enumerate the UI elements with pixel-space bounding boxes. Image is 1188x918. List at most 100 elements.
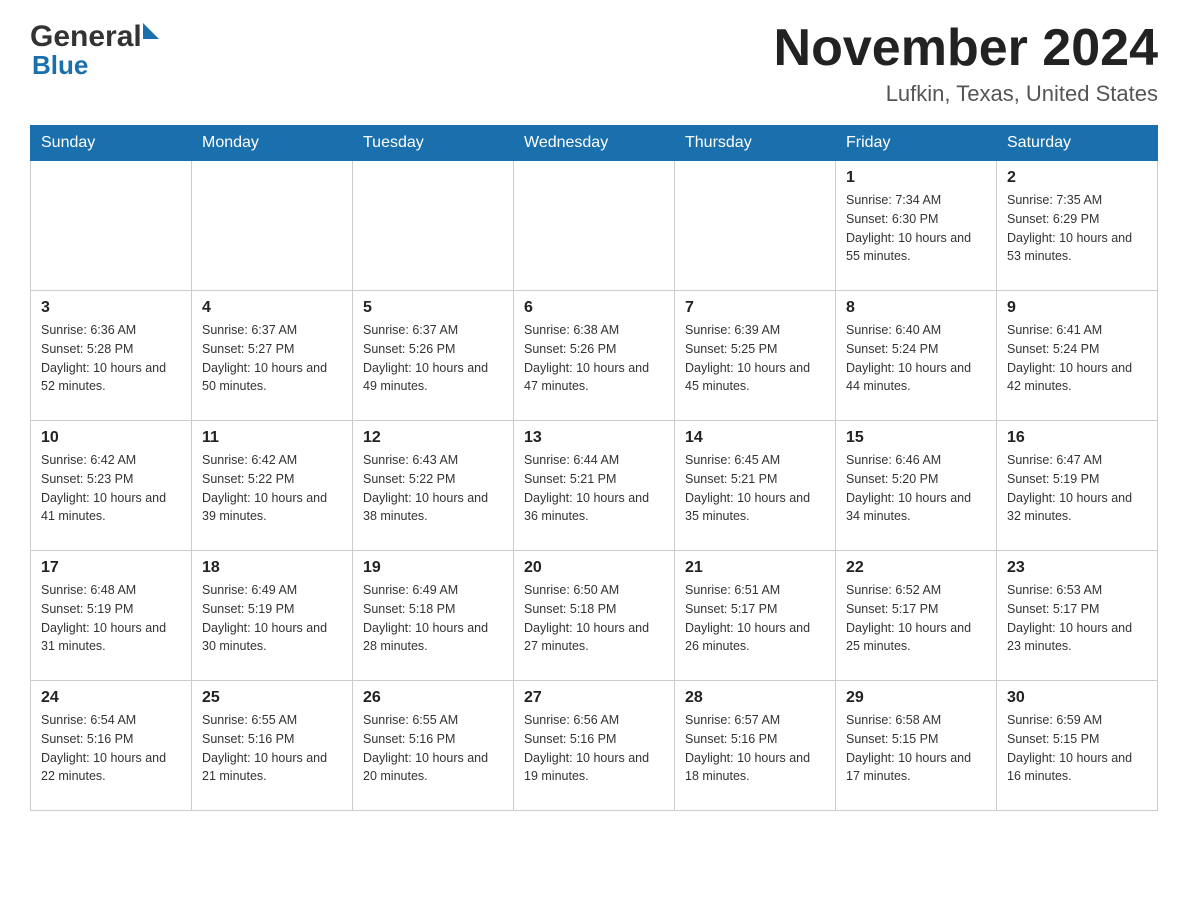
col-sunday: Sunday: [31, 126, 192, 161]
calendar-cell: 23 Sunrise: 6:53 AMSunset: 5:17 PMDayligh…: [997, 551, 1158, 681]
day-number: 21: [685, 559, 825, 577]
day-number: 13: [524, 429, 664, 447]
day-number: 22: [846, 559, 986, 577]
month-title: November 2024: [774, 20, 1158, 77]
calendar-cell: 20Sunrise: 6:50 AMSunset: 5:18 PMDayligh…: [514, 551, 675, 681]
sun-info: Sunrise: 6:42 AMSunset: 5:23 PMDaylight:…: [41, 451, 181, 526]
calendar-cell: 14 Sunrise: 6:45 AMSunset: 5:21 PMDayligh…: [675, 421, 836, 551]
day-number: 11: [202, 429, 342, 447]
calendar-cell: [192, 161, 353, 291]
calendar-cell: 26 Sunrise: 6:55 AMSunset: 5:16 PMDayligh…: [353, 681, 514, 811]
calendar-cell: 7 Sunrise: 6:39 AMSunset: 5:25 PMDaylight…: [675, 291, 836, 421]
day-number: 3: [41, 299, 181, 317]
sun-info: Sunrise: 6:55 AMSunset: 5:16 PMDaylight:…: [363, 711, 503, 786]
calendar-cell: 6 Sunrise: 6:38 AMSunset: 5:26 PMDaylight…: [514, 291, 675, 421]
sun-info: Sunrise: 6:56 AMSunset: 5:16 PMDaylight:…: [524, 711, 664, 786]
calendar-cell: 3 Sunrise: 6:36 AMSunset: 5:28 PMDaylight…: [31, 291, 192, 421]
day-number: 1: [846, 169, 986, 187]
sun-info: Sunrise: 6:45 AMSunset: 5:21 PMDaylight:…: [685, 451, 825, 526]
header: General Blue November 2024 Lufkin, Texas…: [30, 20, 1158, 107]
calendar-cell: 18 Sunrise: 6:49 AMSunset: 5:19 PMDayligh…: [192, 551, 353, 681]
day-number: 12: [363, 429, 503, 447]
calendar-cell: 24 Sunrise: 6:54 AMSunset: 5:16 PMDayligh…: [31, 681, 192, 811]
day-number: 17: [41, 559, 181, 577]
sun-info: Sunrise: 6:44 AMSunset: 5:21 PMDaylight:…: [524, 451, 664, 526]
day-number: 2: [1007, 169, 1147, 187]
calendar-header-row: Sunday Monday Tuesday Wednesday Thursday…: [31, 126, 1158, 161]
day-number: 18: [202, 559, 342, 577]
calendar-cell: 27 Sunrise: 6:56 AMSunset: 5:16 PMDayligh…: [514, 681, 675, 811]
day-number: 25: [202, 689, 342, 707]
title-area: November 2024 Lufkin, Texas, United Stat…: [774, 20, 1158, 107]
calendar-cell: 28 Sunrise: 6:57 AMSunset: 5:16 PMDayligh…: [675, 681, 836, 811]
day-number: 4: [202, 299, 342, 317]
calendar-week-row: 10 Sunrise: 6:42 AMSunset: 5:23 PMDayligh…: [31, 421, 1158, 551]
sun-info: Sunrise: 6:49 AMSunset: 5:19 PMDaylight:…: [202, 581, 342, 656]
col-saturday: Saturday: [997, 126, 1158, 161]
sun-info: Sunrise: 6:48 AMSunset: 5:19 PMDaylight:…: [41, 581, 181, 656]
sun-info: Sunrise: 6:53 AMSunset: 5:17 PMDaylight:…: [1007, 581, 1147, 656]
logo-arrow-icon: [143, 23, 159, 39]
calendar-cell: 22 Sunrise: 6:52 AMSunset: 5:17 PMDayligh…: [836, 551, 997, 681]
sun-info: Sunrise: 6:52 AMSunset: 5:17 PMDaylight:…: [846, 581, 986, 656]
calendar-cell: 13 Sunrise: 6:44 AMSunset: 5:21 PMDayligh…: [514, 421, 675, 551]
sun-info: Sunrise: 6:58 AMSunset: 5:15 PMDaylight:…: [846, 711, 986, 786]
calendar-cell: 2 Sunrise: 7:35 AMSunset: 6:29 PMDaylight…: [997, 161, 1158, 291]
day-number: 30: [1007, 689, 1147, 707]
day-number: 6: [524, 299, 664, 317]
calendar-cell: 21 Sunrise: 6:51 AMSunset: 5:17 PMDayligh…: [675, 551, 836, 681]
sun-info: Sunrise: 7:35 AMSunset: 6:29 PMDaylight:…: [1007, 191, 1147, 266]
day-number: 7: [685, 299, 825, 317]
day-number: 26: [363, 689, 503, 707]
day-number: 14: [685, 429, 825, 447]
day-number: 23: [1007, 559, 1147, 577]
calendar-cell: 29 Sunrise: 6:58 AMSunset: 5:15 PMDayligh…: [836, 681, 997, 811]
calendar-cell: 11 Sunrise: 6:42 AMSunset: 5:22 PMDayligh…: [192, 421, 353, 551]
sun-info: Sunrise: 6:37 AMSunset: 5:26 PMDaylight:…: [363, 321, 503, 396]
sun-info: Sunrise: 7:34 AMSunset: 6:30 PMDaylight:…: [846, 191, 986, 266]
sun-info: Sunrise: 6:41 AMSunset: 5:24 PMDaylight:…: [1007, 321, 1147, 396]
day-number: 24: [41, 689, 181, 707]
col-friday: Friday: [836, 126, 997, 161]
calendar-cell: [31, 161, 192, 291]
calendar-table: Sunday Monday Tuesday Wednesday Thursday…: [30, 125, 1158, 811]
calendar-cell: 16 Sunrise: 6:47 AMSunset: 5:19 PMDayligh…: [997, 421, 1158, 551]
day-number: 28: [685, 689, 825, 707]
sun-info: Sunrise: 6:50 AMSunset: 5:18 PMDaylight:…: [524, 581, 664, 656]
calendar-cell: 25 Sunrise: 6:55 AMSunset: 5:16 PMDayligh…: [192, 681, 353, 811]
calendar-cell: 9 Sunrise: 6:41 AMSunset: 5:24 PMDaylight…: [997, 291, 1158, 421]
col-thursday: Thursday: [675, 126, 836, 161]
sun-info: Sunrise: 6:51 AMSunset: 5:17 PMDaylight:…: [685, 581, 825, 656]
sun-info: Sunrise: 6:39 AMSunset: 5:25 PMDaylight:…: [685, 321, 825, 396]
calendar-week-row: 3 Sunrise: 6:36 AMSunset: 5:28 PMDaylight…: [31, 291, 1158, 421]
day-number: 19: [363, 559, 503, 577]
sun-info: Sunrise: 6:57 AMSunset: 5:16 PMDaylight:…: [685, 711, 825, 786]
location: Lufkin, Texas, United States: [774, 81, 1158, 107]
calendar-week-row: 1 Sunrise: 7:34 AMSunset: 6:30 PMDaylight…: [31, 161, 1158, 291]
calendar-cell: 19 Sunrise: 6:49 AMSunset: 5:18 PMDayligh…: [353, 551, 514, 681]
sun-info: Sunrise: 6:47 AMSunset: 5:19 PMDaylight:…: [1007, 451, 1147, 526]
sun-info: Sunrise: 6:49 AMSunset: 5:18 PMDaylight:…: [363, 581, 503, 656]
calendar-cell: 1 Sunrise: 7:34 AMSunset: 6:30 PMDaylight…: [836, 161, 997, 291]
sun-info: Sunrise: 6:37 AMSunset: 5:27 PMDaylight:…: [202, 321, 342, 396]
sun-info: Sunrise: 6:54 AMSunset: 5:16 PMDaylight:…: [41, 711, 181, 786]
day-number: 29: [846, 689, 986, 707]
sun-info: Sunrise: 6:38 AMSunset: 5:26 PMDaylight:…: [524, 321, 664, 396]
sun-info: Sunrise: 6:36 AMSunset: 5:28 PMDaylight:…: [41, 321, 181, 396]
calendar-cell: 4 Sunrise: 6:37 AMSunset: 5:27 PMDaylight…: [192, 291, 353, 421]
day-number: 15: [846, 429, 986, 447]
col-wednesday: Wednesday: [514, 126, 675, 161]
day-number: 10: [41, 429, 181, 447]
calendar-cell: [675, 161, 836, 291]
calendar-week-row: 17 Sunrise: 6:48 AMSunset: 5:19 PMDayligh…: [31, 551, 1158, 681]
calendar-cell: 5Sunrise: 6:37 AMSunset: 5:26 PMDaylight…: [353, 291, 514, 421]
sun-info: Sunrise: 6:55 AMSunset: 5:16 PMDaylight:…: [202, 711, 342, 786]
calendar-cell: 15Sunrise: 6:46 AMSunset: 5:20 PMDayligh…: [836, 421, 997, 551]
day-number: 27: [524, 689, 664, 707]
day-number: 9: [1007, 299, 1147, 317]
calendar-cell: [514, 161, 675, 291]
sun-info: Sunrise: 6:42 AMSunset: 5:22 PMDaylight:…: [202, 451, 342, 526]
logo-general-text: General: [30, 20, 142, 54]
day-number: 16: [1007, 429, 1147, 447]
calendar-week-row: 24 Sunrise: 6:54 AMSunset: 5:16 PMDayligh…: [31, 681, 1158, 811]
